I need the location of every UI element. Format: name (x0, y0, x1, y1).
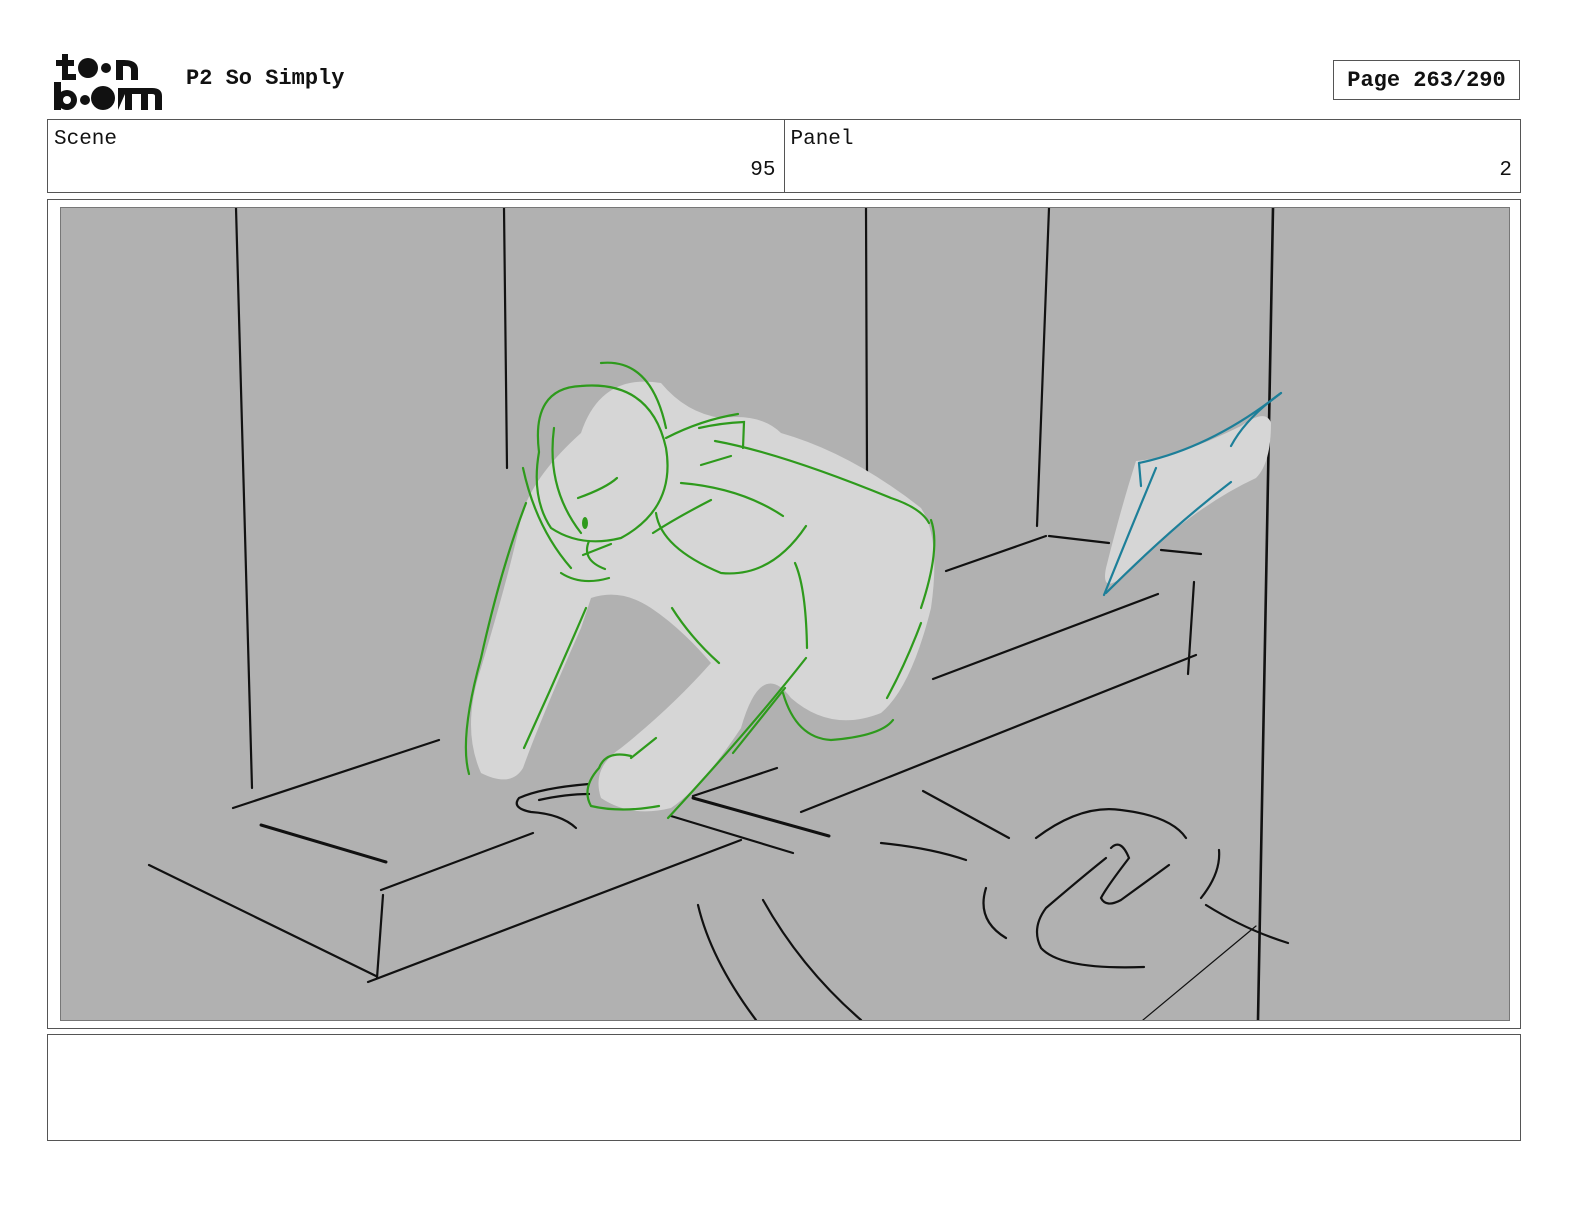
toon-boom-logo (52, 50, 164, 112)
panel-cell: Panel 2 (783, 120, 1521, 192)
scene-label: Scene (54, 128, 118, 151)
scene-cell: Scene 95 (48, 120, 784, 192)
pillar-line (234, 208, 254, 790)
storyboard-frame (47, 199, 1521, 1029)
pillar-line (1035, 208, 1051, 528)
page-number: Page 263/290 (1333, 60, 1520, 100)
scene-panel-row: Scene 95 Panel 2 (47, 119, 1521, 193)
panel-drawing (60, 207, 1510, 1021)
panel-label: Panel (790, 128, 854, 151)
notes-area (47, 1034, 1521, 1141)
panel-number: 2 (1499, 159, 1512, 182)
scene-number: 95 (750, 159, 776, 182)
pillar-line (864, 208, 869, 476)
sketch-canvas (147, 208, 1290, 1020)
notes-text (48, 1035, 1520, 1051)
document-title: P2 So Simply (186, 66, 345, 91)
figure-eye (582, 517, 588, 529)
pillar-line (1256, 208, 1275, 1020)
pillar-line (502, 208, 509, 470)
